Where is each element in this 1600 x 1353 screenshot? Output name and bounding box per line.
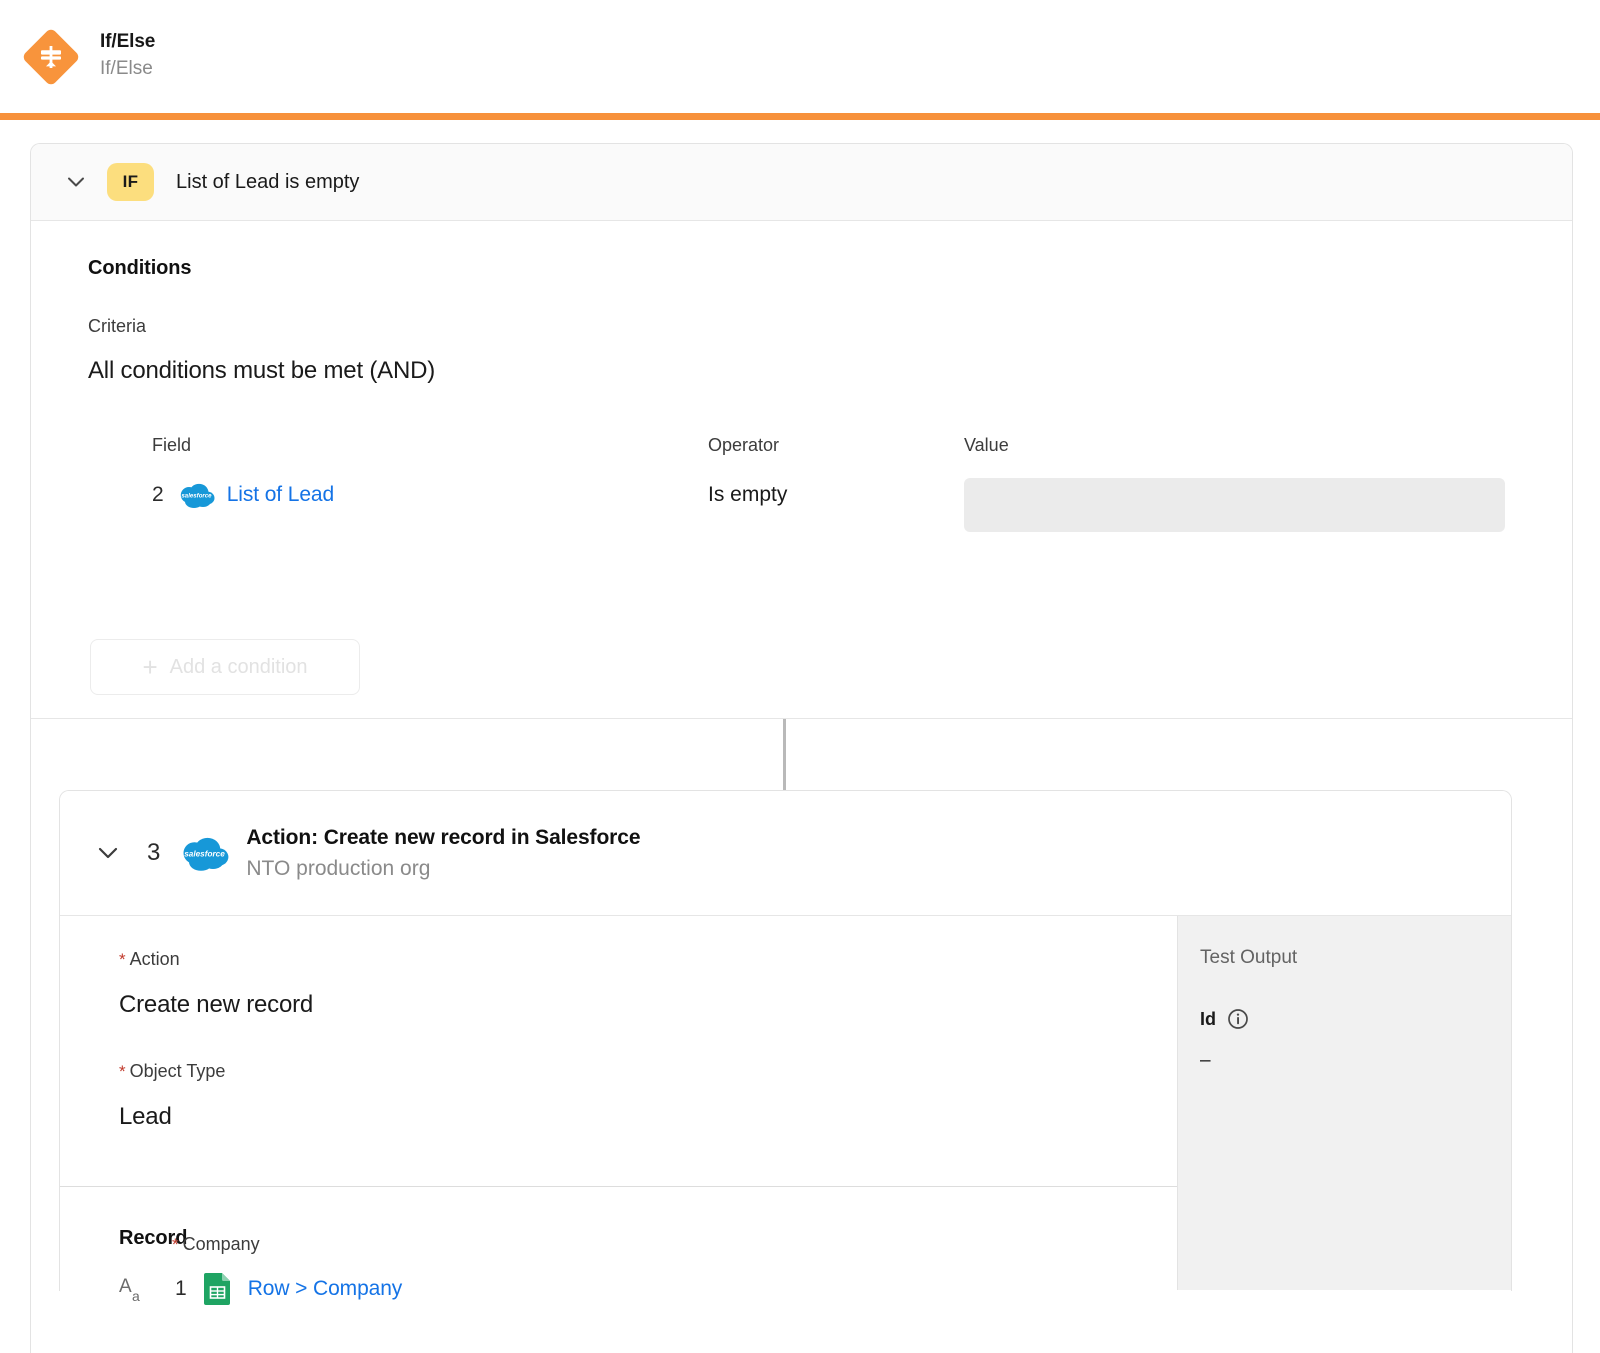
- object-type-label: * Object Type: [119, 1061, 226, 1081]
- svg-text:salesforce: salesforce: [181, 492, 212, 499]
- field-column-header: Field: [152, 435, 192, 455]
- branch-connector: [783, 719, 786, 790]
- condition-row-number: 2: [152, 483, 164, 506]
- required-asterisk: *: [119, 950, 126, 969]
- record-field-value-link[interactable]: Row > Company: [248, 1277, 403, 1301]
- salesforce-cloud-icon: salesforce: [178, 482, 215, 509]
- test-output-key: Id: [1200, 1008, 1216, 1029]
- field-column: Field 2 salesforce List of Lead: [152, 435, 334, 512]
- table-row: 2 salesforce List of Lead: [152, 478, 334, 512]
- if-block-header[interactable]: IF List of Lead is empty: [31, 144, 1572, 221]
- action-step-header[interactable]: 3 salesforce Action: Create new record i…: [60, 791, 1511, 916]
- accent-bar: [0, 113, 1600, 120]
- value-column-header: Value: [964, 435, 1009, 455]
- conditions-table: Field 2 salesforce List of Lead Operator…: [88, 435, 1572, 565]
- object-type-value[interactable]: Lead: [119, 1103, 1177, 1131]
- conditions-section: Conditions Criteria All conditions must …: [31, 221, 1572, 718]
- if-block-card: IF List of Lead is empty Conditions Crit…: [30, 143, 1573, 1353]
- criteria-value[interactable]: All conditions must be met (AND): [88, 357, 1572, 385]
- info-circle-icon[interactable]: [1227, 1008, 1249, 1030]
- record-field-row: A a 1 Row > Company: [59, 1272, 1512, 1306]
- criteria-label: Criteria: [88, 316, 147, 336]
- step-header: If/Else If/Else: [0, 0, 1600, 113]
- divider: [60, 1186, 1177, 1187]
- test-output-title: Test Output: [1200, 947, 1298, 968]
- add-condition-label: Add a condition: [169, 655, 308, 678]
- action-step-subtitle: NTO production org: [246, 856, 431, 880]
- action-field-label: * Action: [119, 949, 180, 969]
- google-sheets-icon: [203, 1272, 233, 1306]
- test-output-entry: Id: [1200, 1008, 1511, 1030]
- if-badge: IF: [107, 163, 154, 201]
- action-field-value[interactable]: Create new record: [119, 991, 1177, 1019]
- required-asterisk: *: [172, 1235, 179, 1254]
- ifelse-step-page: If/Else If/Else IF List of Lead is empty…: [0, 0, 1600, 1353]
- value-column: Value: [964, 435, 1509, 532]
- add-condition-button[interactable]: + Add a condition: [90, 639, 360, 695]
- page-title: If/Else: [100, 31, 156, 53]
- page-subtitle: If/Else: [100, 58, 153, 80]
- salesforce-cloud-icon: salesforce: [180, 835, 229, 872]
- if-summary-label: List of Lead is empty: [176, 170, 360, 193]
- text-type-aa-icon: A a: [118, 1272, 152, 1306]
- action-field-action: * Action Create new record: [60, 916, 1177, 1019]
- action-step-number: 3: [147, 839, 161, 866]
- record-field-label: * Company: [172, 1234, 260, 1254]
- field-value-link[interactable]: List of Lead: [227, 483, 334, 507]
- value-input[interactable]: [964, 478, 1505, 532]
- test-output-value: –: [1200, 1050, 1211, 1071]
- svg-text:A: A: [119, 1276, 132, 1297]
- svg-text:salesforce: salesforce: [185, 849, 226, 858]
- chevron-down-icon[interactable]: [61, 167, 91, 197]
- action-step-card: 3 salesforce Action: Create new record i…: [59, 790, 1512, 1291]
- plus-icon: +: [142, 652, 158, 682]
- operator-column-header: Operator: [708, 435, 780, 455]
- record-field-number: 1: [175, 1277, 187, 1300]
- branch-area: 3 salesforce Action: Create new record i…: [31, 718, 1572, 1305]
- action-field-object-type: * Object Type Lead: [60, 1019, 1177, 1131]
- operator-column: Operator Is empty: [708, 435, 787, 512]
- required-asterisk: *: [119, 1062, 126, 1081]
- ifelse-signpost-icon: [21, 26, 81, 87]
- action-step-title: Action: Create new record in Salesforce: [246, 825, 641, 849]
- operator-value[interactable]: Is empty: [708, 478, 787, 512]
- record-field-company: * Company A a 1 Row > Company: [59, 1234, 1512, 1306]
- chevron-down-icon[interactable]: [93, 838, 123, 868]
- svg-text:a: a: [132, 1288, 140, 1304]
- conditions-title: Conditions: [88, 257, 192, 279]
